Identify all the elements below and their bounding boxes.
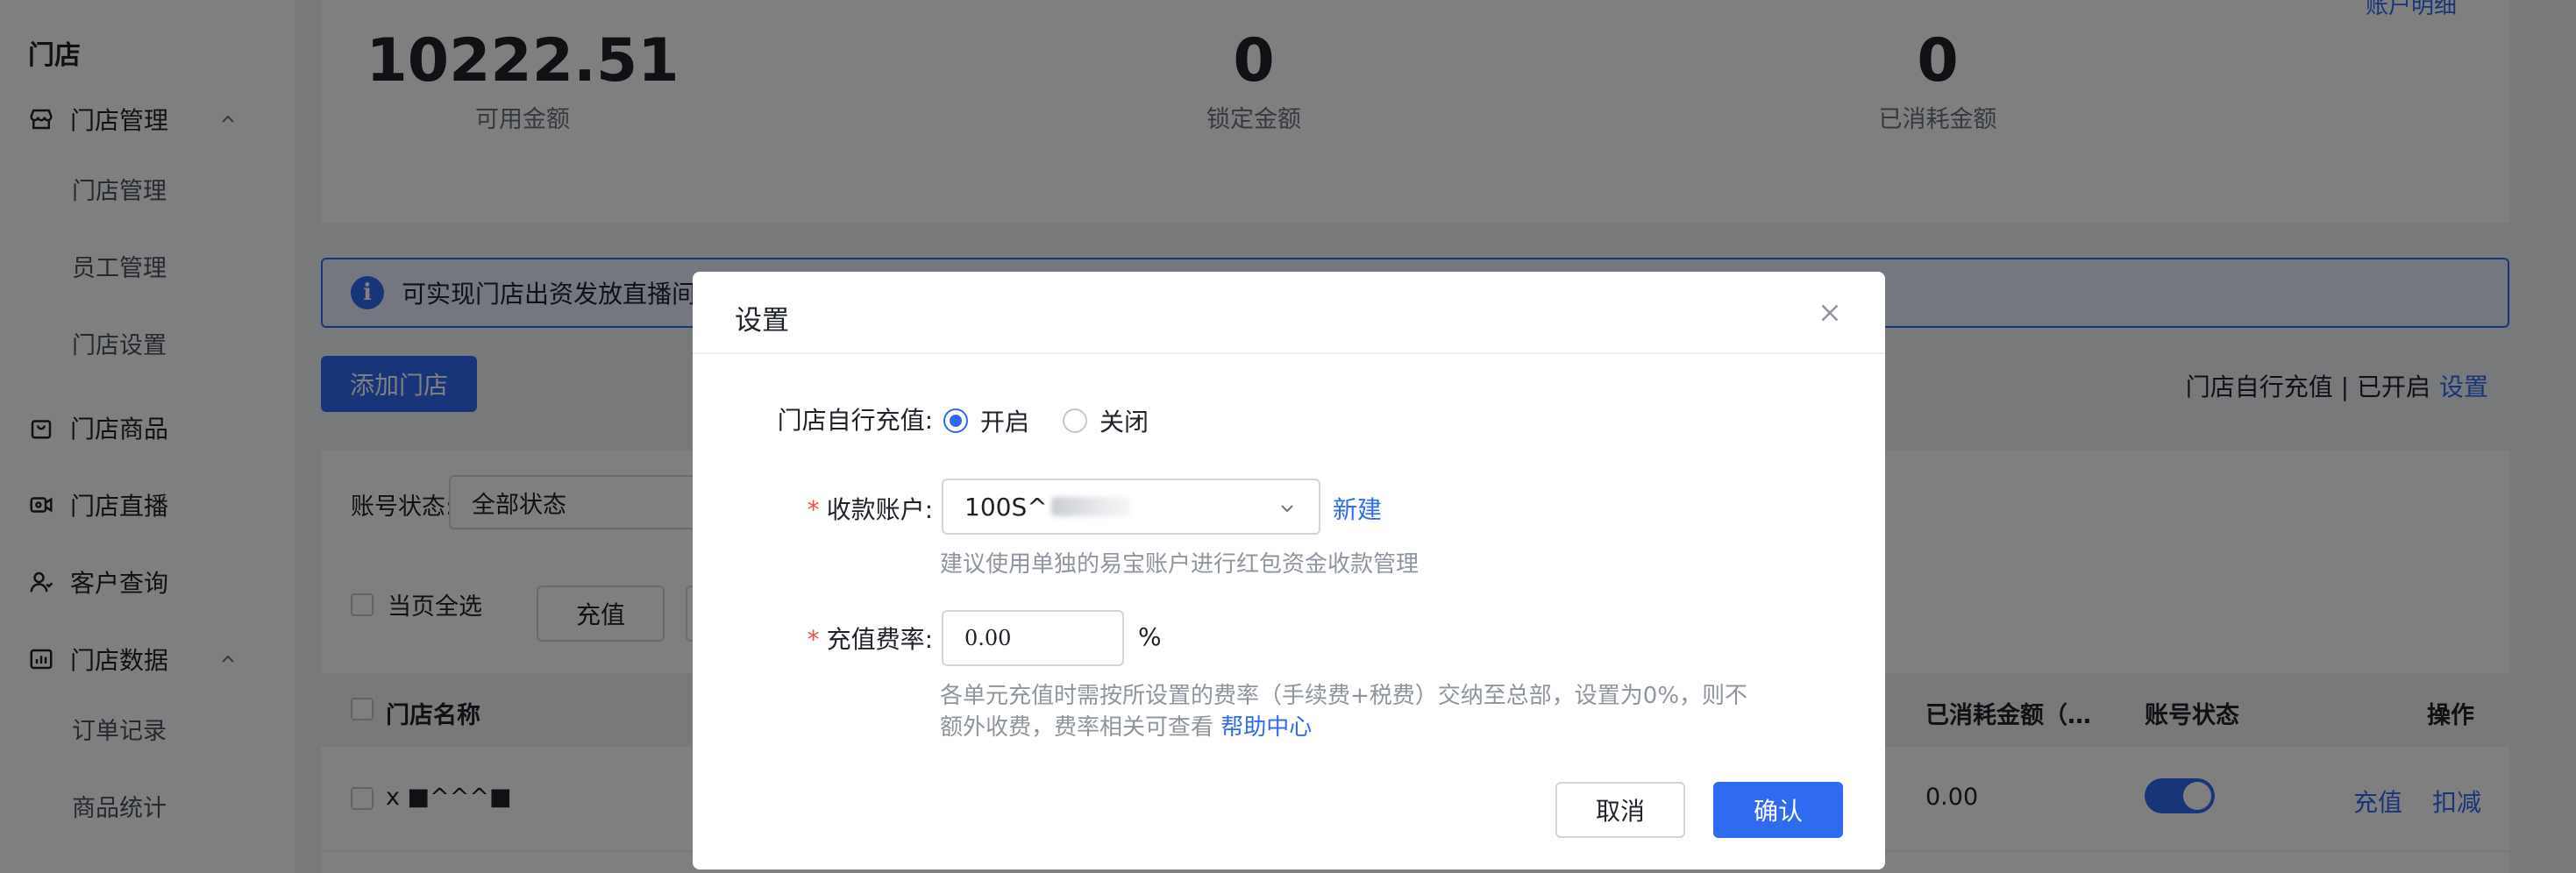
percent-unit: %: [1138, 622, 1162, 651]
rate-label: * 充值费率:: [705, 621, 933, 656]
radio-label-on: 开启: [980, 408, 1030, 436]
rate-hint-line2: 额外收费，费率相关可查看: [940, 714, 1214, 741]
new-account-link[interactable]: 新建: [1333, 491, 1382, 526]
rate-hint-line2-wrap: 额外收费，费率相关可查看 帮助中心: [940, 712, 1747, 743]
close-icon[interactable]: [1815, 298, 1845, 328]
dialog-header: 设置: [693, 272, 1885, 354]
rate-hint: 各单元充值时需按所设置的费率（手续费+税费）交纳至总部，设置为0%，则不 额外收…: [940, 680, 1747, 743]
settings-dialog: 设置 门店自行充值: 开启 关闭 * 收款账户: 100S^ 新建 建议使用单独的…: [693, 272, 1885, 869]
account-select-value: 100S^: [964, 492, 1048, 522]
help-center-link[interactable]: 帮助中心: [1220, 714, 1312, 741]
confirm-button[interactable]: 确认: [1713, 782, 1843, 838]
required-mark: *: [807, 495, 820, 524]
account-hint: 建议使用单独的易宝账户进行红包资金收款管理: [940, 551, 1420, 578]
account-label: * 收款账户:: [705, 491, 933, 526]
cancel-button[interactable]: 取消: [1555, 782, 1685, 838]
radio-label-off: 关闭: [1099, 408, 1149, 436]
rate-input[interactable]: 0.00: [942, 610, 1124, 666]
account-label-text: 收款账户:: [826, 495, 933, 524]
self-recharge-off-radio[interactable]: 关闭: [1063, 403, 1149, 438]
rate-label-text: 充值费率:: [826, 625, 933, 654]
account-select[interactable]: 100S^: [942, 479, 1320, 535]
dialog-title: 设置: [735, 305, 789, 337]
chevron-down-icon: [1281, 505, 1293, 513]
radio-dot-selected[interactable]: [943, 408, 968, 433]
rate-hint-line1: 各单元充值时需按所设置的费率（手续费+税费）交纳至总部，设置为0%，则不: [940, 683, 1748, 709]
self-recharge-on-radio[interactable]: 开启: [943, 403, 1029, 438]
radio-dot[interactable]: [1063, 408, 1087, 433]
required-mark: *: [807, 625, 820, 654]
self-recharge-label: 门店自行充值:: [777, 406, 933, 435]
redacted-account: [1050, 497, 1130, 516]
